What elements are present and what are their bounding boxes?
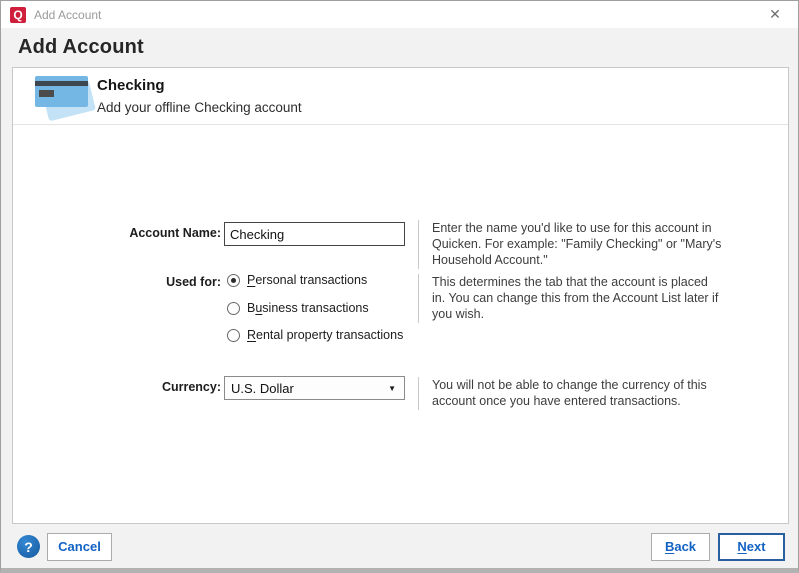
title-bar: Q Add Account ✕ [1, 1, 798, 28]
currency-label: Currency: [33, 380, 221, 394]
main-panel: Checking Add your offline Checking accou… [12, 67, 789, 524]
cancel-button[interactable]: Cancel [47, 533, 112, 561]
account-name-label: Account Name: [33, 226, 221, 240]
used-for-help: This determines the tab that the account… [432, 274, 782, 322]
currency-selected-value: U.S. Dollar [231, 381, 388, 396]
account-type-subtitle: Add your offline Checking account [97, 100, 302, 115]
divider [418, 220, 419, 269]
radio-used-for-0[interactable]: Personal transactions [227, 273, 367, 287]
heading-band: Add Account [1, 28, 798, 67]
used-for-label: Used for: [33, 275, 221, 289]
currency-select[interactable]: U.S. Dollar ▼ [224, 376, 405, 400]
window-title: Add Account [34, 8, 101, 22]
chevron-down-icon: ▼ [388, 384, 398, 393]
account-name-help: Enter the name you'd like to use for thi… [432, 220, 782, 268]
quicken-logo-icon: Q [10, 7, 26, 23]
close-icon[interactable]: ✕ [760, 1, 790, 28]
credit-card-icon [34, 74, 96, 122]
radio-button-icon[interactable] [227, 329, 240, 342]
divider [418, 274, 419, 323]
radio-label: Personal transactions [247, 273, 367, 287]
account-type-header: Checking Add your offline Checking accou… [13, 68, 788, 125]
footer-bar: ? Cancel Back Next [1, 524, 798, 569]
radio-used-for-2[interactable]: Rental property transactions [227, 328, 403, 342]
form-body: Account Name: Enter the name you'd like … [13, 125, 788, 523]
account-name-input[interactable] [224, 222, 405, 246]
radio-button-icon[interactable] [227, 302, 240, 315]
radio-used-for-1[interactable]: Business transactions [227, 301, 369, 315]
radio-label: Rental property transactions [247, 328, 403, 342]
next-button[interactable]: Next [718, 533, 785, 561]
divider [418, 377, 419, 410]
account-type-title: Checking [97, 77, 165, 94]
add-account-dialog: Q Add Account ✕ Add Account Checking Add… [0, 0, 799, 573]
radio-button-icon[interactable] [227, 274, 240, 287]
currency-help: You will not be able to change the curre… [432, 377, 782, 409]
page-title: Add Account [18, 36, 144, 59]
help-icon[interactable]: ? [17, 535, 40, 558]
radio-label: Business transactions [247, 301, 369, 315]
back-button[interactable]: Back [651, 533, 710, 561]
